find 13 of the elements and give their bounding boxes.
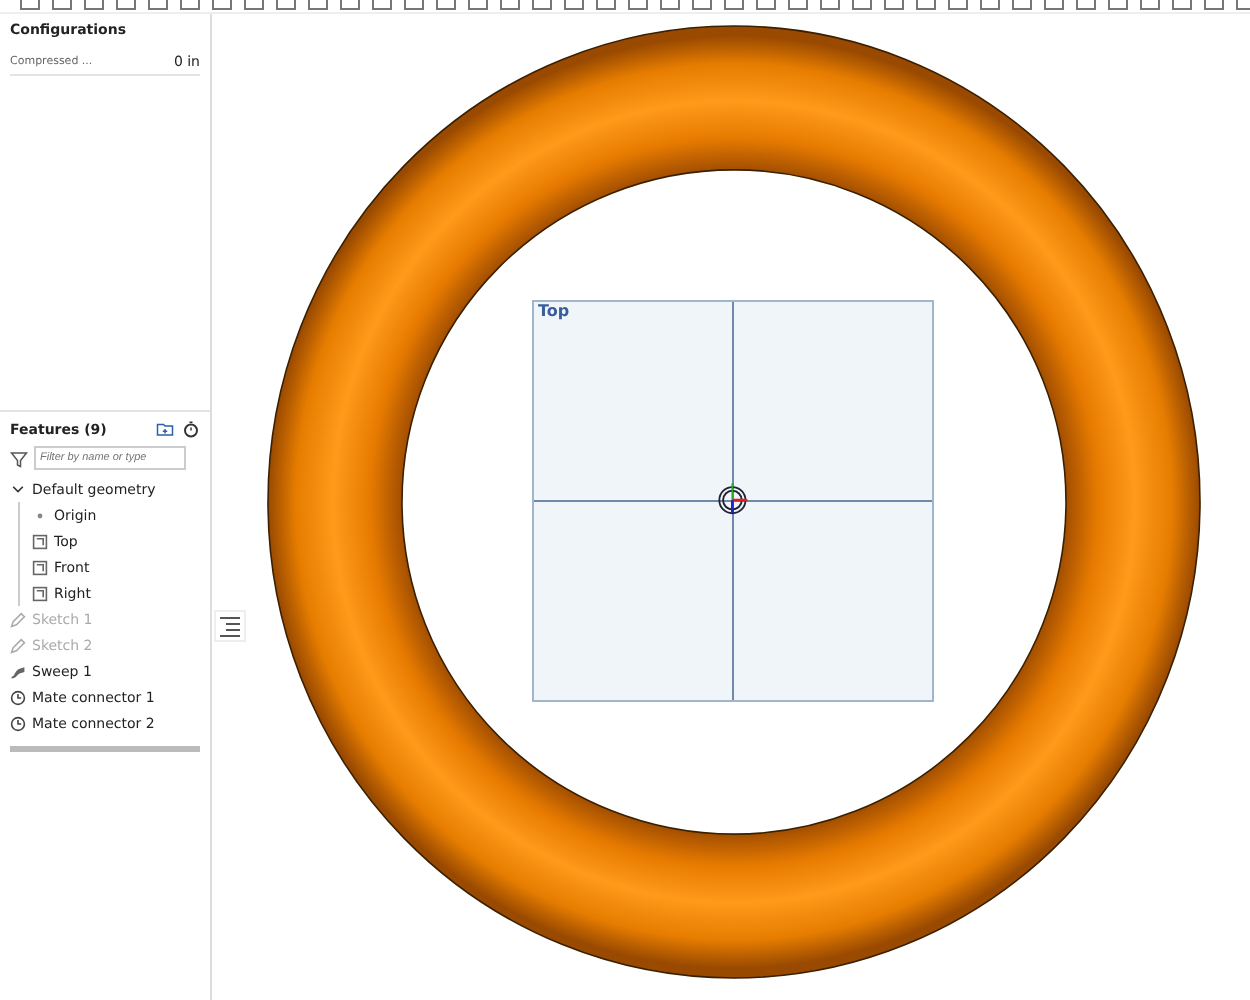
timer-icon[interactable] bbox=[182, 420, 200, 438]
chevron-icon[interactable] bbox=[10, 481, 26, 497]
plane-icon bbox=[32, 559, 48, 575]
clock-icon bbox=[10, 689, 26, 705]
plane-icon bbox=[32, 585, 48, 601]
add-folder-icon[interactable] bbox=[156, 420, 174, 438]
plane-icon bbox=[32, 533, 48, 549]
sweep-icon bbox=[10, 663, 26, 679]
plane-label: Top bbox=[538, 302, 570, 320]
filter-icon[interactable] bbox=[10, 449, 28, 467]
list-icon[interactable] bbox=[214, 610, 246, 642]
scrollbar[interactable] bbox=[10, 746, 200, 752]
clock-icon bbox=[10, 715, 26, 731]
